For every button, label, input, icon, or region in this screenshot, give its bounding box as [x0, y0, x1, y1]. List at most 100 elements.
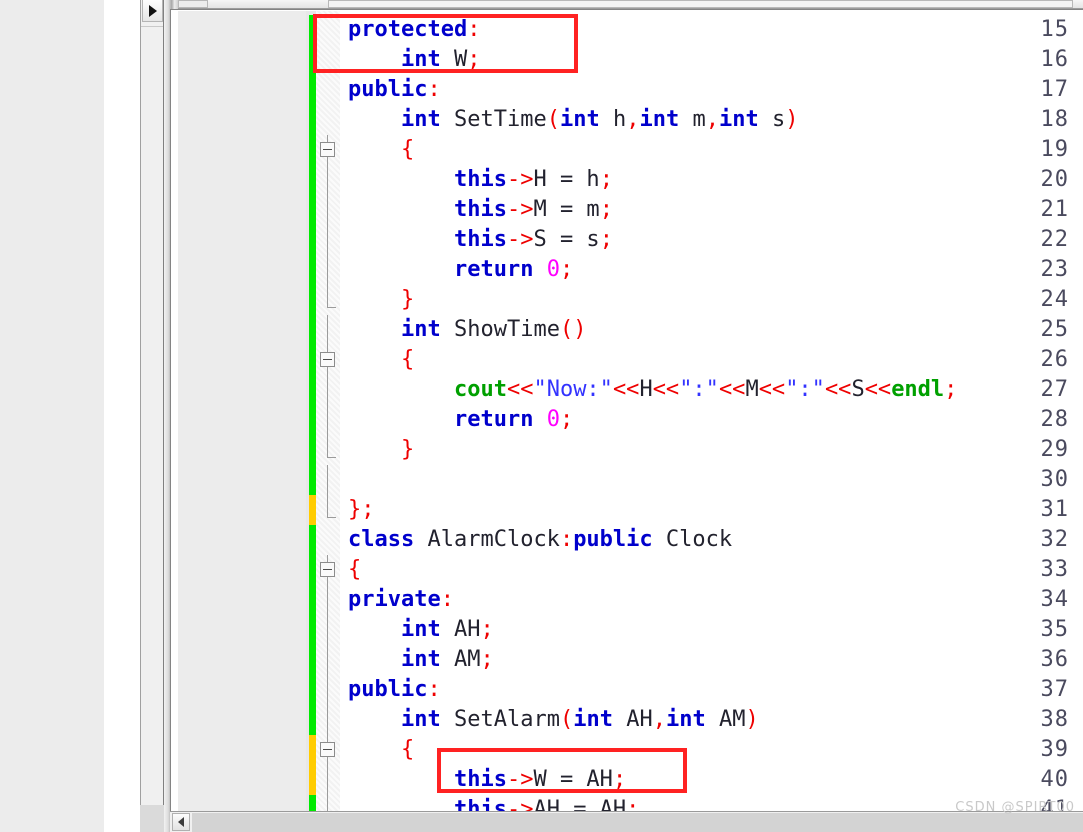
code-line[interactable]: 19 {: [178, 135, 1083, 165]
scroll-left-button[interactable]: [172, 813, 190, 831]
code-line-text[interactable]: public:: [348, 675, 441, 705]
code-line[interactable]: 31};: [178, 495, 1083, 525]
change-marker-unsaved: [309, 495, 316, 525]
toolbar-chip-mid[interactable]: [232, 0, 322, 8]
code-line-text[interactable]: class AlarmClock:public Clock: [348, 525, 732, 555]
code-line[interactable]: 29 }: [178, 435, 1083, 465]
code-line[interactable]: 35 int AH;: [178, 615, 1083, 645]
code-line-text[interactable]: return 0;: [348, 405, 573, 435]
line-number: 40: [1040, 767, 1069, 792]
code-line-text[interactable]: int SetAlarm(int AH,int AM): [348, 705, 759, 735]
line-number: 35: [1040, 617, 1069, 642]
code-line-text[interactable]: this->AH = AH;: [348, 795, 639, 811]
code-token: <<: [506, 377, 534, 402]
code-line-text[interactable]: }: [348, 285, 414, 315]
code-line-text[interactable]: return 0;: [348, 255, 573, 285]
line-number: 36: [1040, 647, 1069, 672]
code-token: {: [400, 347, 415, 372]
code-line[interactable]: 24 }: [178, 285, 1083, 315]
code-line[interactable]: 39 {: [178, 735, 1083, 765]
code-line[interactable]: 33 {: [178, 555, 1083, 585]
horizontal-scroll-track[interactable]: [192, 813, 1083, 832]
line-number: 18: [1040, 107, 1069, 132]
toolbar-chip-left[interactable]: [178, 0, 208, 8]
code-token: (: [559, 707, 574, 732]
code-token: int: [573, 707, 613, 732]
code-line-text[interactable]: private:: [348, 585, 454, 615]
code-line-text[interactable]: int SetTime(int h,int m,int s): [348, 105, 798, 135]
code-line-text[interactable]: int ShowTime(): [348, 315, 586, 345]
code-token: M = m: [533, 197, 600, 222]
fold-collapse-box[interactable]: [320, 142, 335, 157]
code-line-text[interactable]: };: [348, 495, 375, 525]
triangle-right-icon: [148, 4, 157, 17]
fold-collapse-box[interactable]: [320, 352, 335, 367]
code-line[interactable]: 21 this->M = m;: [178, 195, 1083, 225]
code-line-text[interactable]: this->M = m;: [348, 195, 613, 225]
code-line[interactable]: 30: [178, 465, 1083, 495]
code-editor[interactable]: 15 protected: 16 int W; 17 public: 18 int Set…: [178, 11, 1083, 811]
code-line-text[interactable]: this->S = s;: [348, 225, 613, 255]
code-token: int: [400, 647, 441, 672]
code-line[interactable]: 17 public:: [178, 75, 1083, 105]
code-line[interactable]: 26 {: [178, 345, 1083, 375]
code-token: ShowTime: [440, 317, 560, 342]
code-line-text[interactable]: }: [348, 435, 414, 465]
code-line[interactable]: 27 cout<<"Now:"<<H<<":"<<M<<":"<<S<<endl…: [178, 375, 1083, 405]
change-marker-saved: [309, 255, 316, 285]
code-token: :: [467, 17, 481, 42]
code-line[interactable]: 22 this->S = s;: [178, 225, 1083, 255]
code-line-text[interactable]: {: [348, 345, 414, 375]
code-token: SetTime: [440, 107, 547, 132]
code-line[interactable]: 40 this->W = AH;: [178, 765, 1083, 795]
code-line[interactable]: 20 this->H = h;: [178, 165, 1083, 195]
code-line-text[interactable]: this->H = h;: [348, 165, 613, 195]
expand-panel-button[interactable]: [142, 0, 163, 22]
code-line[interactable]: 37 public:: [178, 675, 1083, 705]
code-line[interactable]: 16 int W;: [178, 45, 1083, 75]
code-line[interactable]: 23 return 0;: [178, 255, 1083, 285]
code-token: }: [400, 287, 415, 312]
code-line-text[interactable]: cout<<"Now:"<<H<<":"<<M<<":"<<S<<endl;: [348, 375, 957, 405]
line-number: 27: [1040, 377, 1069, 402]
toolbar-chip-right[interactable]: [328, 0, 1073, 8]
code-line[interactable]: 36 int AM;: [178, 645, 1083, 675]
code-line[interactable]: 41 this->AH = AH;: [178, 795, 1083, 811]
code-token: <<: [758, 377, 786, 402]
fold-collapse-box[interactable]: [320, 562, 335, 577]
code-token: "Now:": [533, 377, 613, 402]
change-marker-saved: [309, 15, 316, 45]
code-line-text[interactable]: {: [348, 735, 414, 765]
code-line[interactable]: 15 protected:: [178, 15, 1083, 45]
fold-collapse-box[interactable]: [320, 742, 335, 757]
code-line[interactable]: 18 int SetTime(int h,int m,int s): [178, 105, 1083, 135]
code-line-text[interactable]: int W;: [348, 45, 481, 75]
code-line[interactable]: 25 int ShowTime(): [178, 315, 1083, 345]
code-line[interactable]: 34 private:: [178, 585, 1083, 615]
collapsed-side-panel: [140, 0, 164, 832]
code-line-text[interactable]: {: [348, 555, 361, 585]
line-number: 22: [1040, 227, 1069, 252]
code-line-text[interactable]: int AH;: [348, 615, 494, 645]
code-line[interactable]: 32 class AlarmClock:public Clock: [178, 525, 1083, 555]
code-line-text[interactable]: {: [348, 135, 414, 165]
change-marker-saved: [309, 645, 316, 675]
code-token: ->: [506, 767, 534, 792]
code-line-text[interactable]: int AM;: [348, 645, 494, 675]
code-line-text[interactable]: public:: [348, 75, 441, 105]
code-line-text[interactable]: protected:: [348, 15, 480, 45]
change-marker-saved: [309, 315, 316, 345]
change-marker-saved: [309, 705, 316, 735]
code-line[interactable]: 28 return 0;: [178, 405, 1083, 435]
fold-guide-line: [327, 705, 328, 735]
code-line[interactable]: 38 int SetAlarm(int AH,int AM): [178, 705, 1083, 735]
code-line-text[interactable]: this->W = AH;: [348, 765, 626, 795]
code-token: <<: [864, 377, 892, 402]
change-marker-unsaved: [309, 765, 316, 795]
horizontal-scrollbar[interactable]: [170, 811, 1083, 832]
